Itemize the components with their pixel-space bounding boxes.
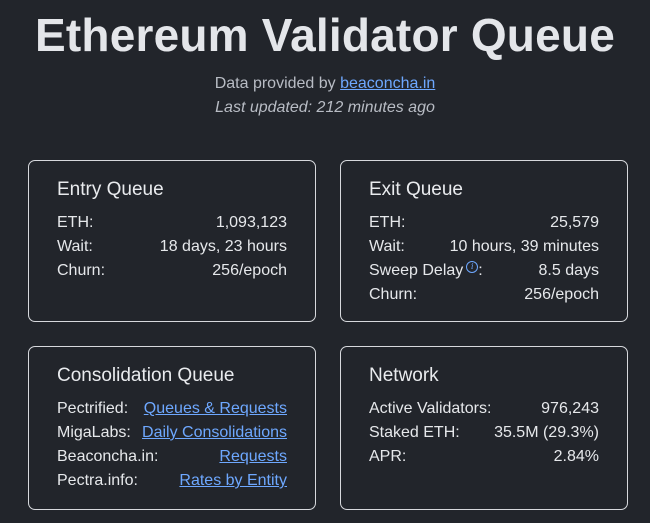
entry-eth-value: 1,093,123: [215, 214, 287, 231]
entry-wait-row: Wait: 18 days, 23 hours: [57, 235, 287, 259]
beaconchain-label: Beaconcha.in:: [57, 448, 159, 465]
entry-wait-label: Wait:: [57, 238, 93, 255]
entry-wait-value: 18 days, 23 hours: [159, 238, 287, 255]
exit-wait-value: 10 hours, 39 minutes: [449, 238, 599, 255]
entry-queue-title: Entry Queue: [57, 179, 164, 200]
migalabs-label: MigaLabs:: [57, 424, 131, 441]
exit-sweep-label: Sweep Delay: [369, 262, 464, 279]
daily-consolidations-link[interactable]: Daily Consolidations: [142, 421, 287, 445]
requests-link[interactable]: Requests: [219, 445, 287, 469]
network-title: Network: [369, 365, 439, 386]
active-validators-value: 976,243: [541, 400, 599, 417]
active-validators-label: Active Validators:: [369, 400, 492, 417]
exit-churn-row: Churn: 256/epoch: [369, 283, 599, 307]
data-source-prefix: Data provided by: [214, 75, 341, 92]
network-card: Network Active Validators: 976,243 Stake…: [340, 346, 628, 510]
pectrified-label: Pectrified:: [57, 400, 129, 417]
exit-eth-label: ETH:: [369, 214, 406, 231]
exit-wait-row: Wait: 10 hours, 39 minutes: [369, 235, 599, 259]
consolidation-queue-card: Consolidation Queue Pectrified: Queues &…: [28, 346, 316, 510]
page-title: Ethereum Validator Queue: [35, 9, 615, 61]
staked-eth-value: 35.5M (29.3%): [494, 424, 599, 441]
exit-queue-card: Exit Queue ETH: 25,579 Wait: 10 hours, 3…: [340, 160, 628, 322]
apr-label: APR:: [369, 448, 407, 465]
exit-wait-label: Wait:: [369, 238, 405, 255]
exit-churn-value: 256/epoch: [524, 286, 599, 303]
exit-sweep-label-group: Sweep Delay i:: [369, 259, 483, 283]
exit-eth-row: ETH: 25,579: [369, 211, 599, 235]
staked-eth-label: Staked ETH:: [369, 424, 460, 441]
page: Ethereum Validator Queue Data provided b…: [0, 0, 650, 523]
exit-sweep-row: Sweep Delay i: 8.5 days: [369, 259, 599, 283]
consolidation-pectra-row: Pectra.info: Rates by Entity: [57, 469, 287, 493]
entry-queue-card: Entry Queue ETH: 1,093,123 Wait: 18 days…: [28, 160, 316, 322]
data-source-line: Data provided by beaconcha.in: [0, 75, 650, 93]
exit-sweep-colon: :: [478, 262, 483, 279]
exit-queue-title: Exit Queue: [369, 179, 463, 200]
entry-eth-label: ETH:: [57, 214, 94, 231]
rates-by-entity-link[interactable]: Rates by Entity: [179, 469, 287, 493]
pectra-label: Pectra.info:: [57, 472, 138, 489]
network-staked-row: Staked ETH: 35.5M (29.3%): [369, 421, 599, 445]
last-updated: Last updated: 212 minutes ago: [215, 99, 435, 116]
queues-requests-link[interactable]: Queues & Requests: [144, 397, 287, 421]
network-apr-row: APR: 2.84%: [369, 445, 599, 469]
consolidation-migalabs-row: MigaLabs: Daily Consolidations: [57, 421, 287, 445]
beaconcha-link[interactable]: beaconcha.in: [340, 75, 435, 92]
exit-churn-label: Churn:: [369, 286, 418, 303]
exit-sweep-value: 8.5 days: [538, 262, 599, 279]
entry-churn-value: 256/epoch: [212, 262, 287, 279]
consolidation-beaconchain-row: Beaconcha.in: Requests: [57, 445, 287, 469]
entry-churn-label: Churn:: [57, 262, 106, 279]
consolidation-queue-title: Consolidation Queue: [57, 365, 235, 386]
info-circle-icon[interactable]: i: [466, 260, 479, 273]
exit-eth-value: 25,579: [550, 214, 599, 231]
entry-eth-row: ETH: 1,093,123: [57, 211, 287, 235]
consolidation-pectrified-row: Pectrified: Queues & Requests: [57, 397, 287, 421]
entry-churn-row: Churn: 256/epoch: [57, 259, 287, 283]
apr-value: 2.84%: [553, 448, 599, 465]
network-validators-row: Active Validators: 976,243: [369, 397, 599, 421]
